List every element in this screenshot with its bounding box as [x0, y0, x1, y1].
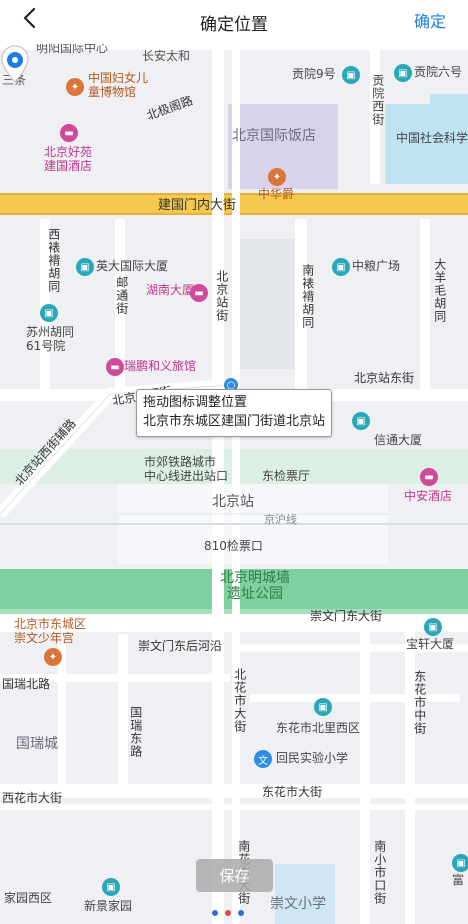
building-icon: ▣: [102, 878, 120, 896]
label-intl-hotel: 北京国际饭店: [232, 128, 316, 144]
top-bar: 确定位置 确定: [0, 0, 468, 44]
loading-dots: [212, 910, 244, 916]
label-jiayuan: 家园西区: [4, 891, 53, 905]
page-title: 确定位置: [200, 14, 268, 35]
school-icon: 文: [254, 750, 272, 768]
location-pin-icon[interactable]: [0, 44, 30, 84]
label-haoyuan: 北京好苑 建国酒店: [44, 145, 93, 173]
label-chongwenmendong: 崇文门东大街: [310, 609, 383, 623]
label-hunan: 湖南大厦: [146, 283, 195, 297]
label-huimin: 回民实验小学: [276, 751, 349, 765]
chevron-left-icon[interactable]: [18, 6, 42, 30]
label-zhonghuajue: 中华爵: [258, 187, 295, 201]
label-bjzdj: 北京站东街: [354, 371, 415, 385]
dot: [212, 910, 218, 916]
building-icon: ▣: [394, 64, 412, 82]
label-xinjing: 新景家园: [84, 899, 133, 913]
label-women-museum: 中国妇女儿 童博物馆: [88, 71, 149, 99]
label-social-science: 中国社会科学: [396, 131, 468, 145]
building-icon: ▣: [342, 66, 360, 84]
label-jinghu: 京沪线: [264, 513, 297, 526]
hotel-icon: ▬: [190, 284, 208, 302]
label-xiti: 西裱褙胡同: [46, 228, 61, 293]
label-baoxuan: 宝轩大厦: [406, 637, 455, 651]
building-icon: ▣: [352, 412, 370, 430]
school-icon: ✦: [44, 648, 62, 666]
confirm-button[interactable]: 确定: [414, 8, 446, 32]
label-xhs: 西花市大街: [2, 791, 63, 805]
location-tooltip: 拖动图标调整位置 北京市东城区建国门街道北京站: [136, 389, 333, 437]
label-jiaoqu: 市郊铁路城市 中心线进出站口: [144, 455, 229, 483]
label-gongyuan-west: 贡院西街: [370, 74, 385, 126]
label-dongcheng-youth: 北京市东城区 崇文少年宫: [14, 617, 87, 645]
building-icon: ▣: [424, 618, 442, 636]
label-chongwen-school: 崇文小学: [270, 896, 326, 912]
label-gongyuan9: 贡院9号: [292, 67, 336, 81]
label-jianguomennei: 建国门内大街: [158, 198, 237, 213]
label-changan: 长安太和: [142, 49, 191, 63]
label-fu: 富: [452, 873, 465, 887]
label-youtong: 邮通街: [114, 276, 129, 315]
label-dhs-main: 东花市大街: [262, 785, 323, 799]
label-nanti: 南裱褙胡同: [300, 264, 315, 329]
tooltip-address: 北京市东城区建国门街道北京站: [143, 413, 326, 429]
hotel-icon: ▬: [60, 124, 78, 142]
label-bjzj: 北京站街: [214, 270, 229, 322]
label-suzhou: 苏州胡同 61号院: [26, 325, 75, 353]
label-xintong: 信通大厦: [374, 433, 423, 447]
label-mingwall: 北京明城墙 遗址公园: [220, 570, 290, 603]
label-dhs-middle: 东花市中街: [412, 670, 427, 735]
hotel-icon: ▬: [420, 468, 438, 486]
label-ruipeng: 瑞鹏和义旅馆: [124, 359, 197, 373]
building-icon: ▣: [452, 854, 468, 872]
dot: [238, 910, 244, 916]
label-dhs-north-west: 东花市北里西区: [276, 721, 361, 735]
map-view[interactable]: 明阳国际中心 长安太和 三条 ✦ 中国妇女儿 童博物馆 贡院9号 ▣ ▣ 贡院六…: [0, 44, 468, 924]
label-guoruicheng: 国瑞城: [16, 736, 58, 752]
label-guorui-north: 国瑞北路: [2, 677, 51, 691]
building-icon: ▣: [76, 258, 94, 276]
label-guorui-east: 国瑞东路: [128, 706, 143, 758]
label-yingda: 英大国际大厦: [96, 259, 169, 273]
label-nanxiaoshikou: 南小市口街: [372, 840, 387, 905]
map-background: [0, 44, 468, 924]
hotel-icon: ▬: [106, 358, 124, 376]
label-gongyuan6: 贡院六号: [414, 65, 463, 79]
tooltip-hint: 拖动图标调整位置: [143, 395, 248, 410]
label-zhongan: 中安酒店: [404, 489, 453, 503]
label-station: 北京站: [212, 494, 254, 510]
label-dayangmao: 大羊毛胡同: [432, 258, 447, 323]
museum-icon: ✦: [66, 78, 84, 96]
label-dhs-west: 北花市大街: [232, 668, 247, 733]
label-mingzhao: 明阳国际中心: [36, 44, 109, 55]
label-gate810: 810检票口: [204, 539, 263, 553]
label-dongjian: 东检票厅: [262, 469, 311, 483]
label-chongwenmen-houhe: 崇文门东后河沿: [138, 639, 223, 653]
building-icon: ▣: [332, 258, 350, 276]
dot: [225, 910, 231, 916]
building-icon: ▣: [40, 304, 58, 322]
building-icon: ▣: [314, 698, 332, 716]
restaurant-icon: ✦: [268, 168, 286, 186]
save-button[interactable]: 保存: [196, 859, 273, 892]
label-zhongliang: 中粮广场: [352, 259, 401, 273]
